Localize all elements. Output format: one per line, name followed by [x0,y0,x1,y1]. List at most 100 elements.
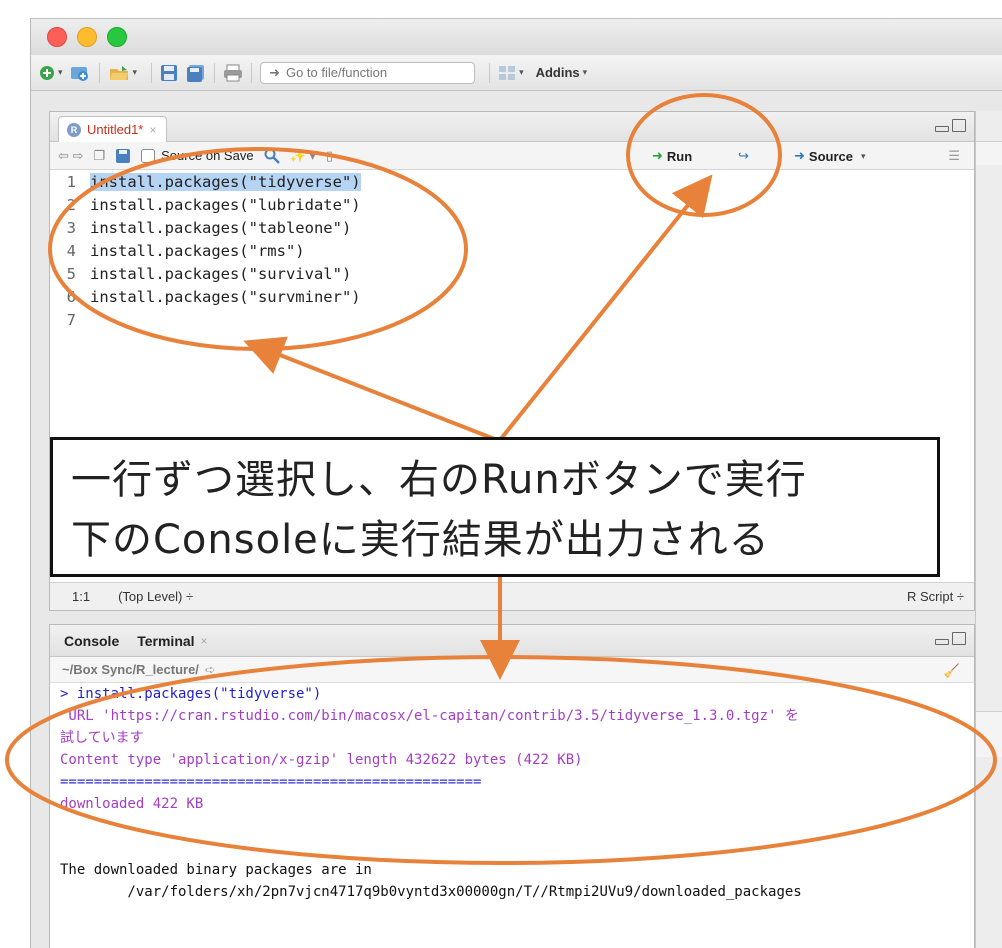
title-bar [31,19,1002,55]
working-directory-path: ~/Box Sync/R_lecture/ [62,662,199,677]
toolbar-separator [214,62,216,83]
code-line[interactable]: 3 install.packages("tableone") [50,216,352,239]
source-button[interactable]: ➜ Source ▾ [794,145,866,167]
tab-label: Untitled1* [87,122,144,137]
tab-console[interactable]: Console [64,633,119,649]
console-line: 試しています [60,730,144,746]
minimize-pane-icon[interactable] [935,639,949,645]
close-tab-icon[interactable]: × [149,123,156,137]
console-working-directory: ~/Box Sync/R_lecture/ ➪ 🧹 [50,657,974,683]
grid-layout-icon[interactable] [498,62,516,84]
console-line: ========================================… [60,774,482,790]
console-line: Content type 'application/x-gzip' length… [60,752,583,768]
code-line[interactable]: 1 install.packages("tidyverse") [50,170,361,193]
toolbar-separator [98,62,100,83]
editor-tab-bar: R Untitled1* × [50,112,974,142]
console-pane: Console Terminal × ~/Box Sync/R_lecture/… [49,624,975,948]
console-line: > install.packages("tidyverse") [60,686,322,702]
clear-console-broom-icon[interactable]: 🧹 [944,663,960,679]
go-to-file-placeholder: Go to file/function [285,65,388,80]
line-number: 3 [66,218,76,237]
source-dropdown-icon[interactable]: ▾ [861,151,866,162]
toolbar-separator [151,62,153,83]
rerun-icon[interactable]: ↪ [738,145,749,167]
source-on-save-checkbox[interactable]: Source on Save [141,148,254,163]
go-to-file-input[interactable]: ➜ Go to file/function [260,61,476,84]
adjacent-pane-header [976,711,1002,757]
new-project-icon[interactable] [69,62,91,84]
run-label: Run [666,148,693,164]
checkbox-icon [141,148,156,163]
main-toolbar: ▾ ▾ ➜ Go to file/function ▾ Addins ▾ [31,55,1002,91]
tab-untitled1[interactable]: R Untitled1* × [58,116,168,142]
line-number: 2 [66,195,76,214]
maximize-pane-icon[interactable] [952,119,966,132]
editor-status-bar: 1:1 (Top Level) ÷ R Script ÷ [50,582,974,610]
code-text[interactable]: install.packages("tableone") [90,219,351,237]
line-number: 7 [66,310,76,329]
line-number: 1 [66,172,76,191]
file-type-selector[interactable]: R Script ÷ [907,589,964,604]
line-number: 5 [66,264,76,283]
console-line: /var/folders/xh/2pn7vjcn4717q9b0vyntd3x0… [60,884,802,900]
r-file-icon: R [67,122,81,137]
source-arrow-icon: ➜ [794,148,805,163]
compile-report-icon[interactable]: ▯ [326,148,333,164]
code-text[interactable]: install.packages("rms") [90,242,305,260]
source-on-save-label: Source on Save [161,148,254,163]
instruction-line-2: 下のConsoleに実行結果が出力される [71,517,770,563]
addins-menu[interactable]: Addins [536,65,580,80]
save-all-icon[interactable] [186,62,206,84]
editor-toolbar: ⇦ ⇨ ❐ Source on Save ✨ ▾ ▯ ➜ Run ↪ ➜ Sou… [50,142,974,170]
line-number: 4 [66,241,76,260]
save-icon[interactable] [115,148,131,164]
print-icon[interactable] [223,62,243,84]
maximize-pane-icon[interactable] [952,632,966,645]
new-file-icon[interactable] [39,62,55,84]
adjacent-panes-strip [975,111,1002,948]
minimize-window-button[interactable] [77,27,97,47]
new-file-dropdown-icon[interactable]: ▾ [58,67,63,78]
document-outline-icon[interactable]: ☰ [948,148,960,164]
tab-terminal[interactable]: Terminal [137,633,194,649]
adjacent-pane-header [976,141,1002,165]
code-line[interactable]: 4 install.packages("rms") [50,239,305,262]
instruction-callout: 一行ずつ選択し、右のRunボタンで実行 下のConsoleに実行結果が出力される [50,437,940,577]
code-text[interactable]: install.packages("tidyverse") [90,172,361,191]
back-forward-icon[interactable]: ⇦ ⇨ [58,148,83,164]
code-text[interactable]: install.packages("survminer") [90,288,361,306]
pane-controls [935,119,966,132]
console-line: The downloaded binary packages are in [60,862,372,878]
open-file-icon[interactable] [108,62,130,84]
pane-controls [935,632,966,645]
addins-dropdown-icon[interactable]: ▾ [583,67,588,78]
go-to-directory-icon[interactable]: ➪ [205,662,216,678]
toolbar-separator [489,62,491,83]
console-tab-bar: Console Terminal × [50,625,974,657]
arrow-right-icon: ➜ [269,64,280,80]
run-button[interactable]: ➜ Run [652,145,692,167]
toolbar-separator [251,62,253,83]
open-file-dropdown-icon[interactable]: ▾ [133,67,138,78]
code-line[interactable]: 6 install.packages("survminer") [50,285,361,308]
minimize-pane-icon[interactable] [935,126,949,132]
code-line[interactable]: 7 [50,308,90,331]
run-arrow-icon: ➜ [652,148,663,163]
maximize-window-button[interactable] [107,27,127,47]
code-text[interactable]: install.packages("lubridate") [90,196,361,214]
save-icon[interactable] [160,62,178,84]
close-terminal-tab-icon[interactable]: × [201,634,208,648]
scope-selector[interactable]: (Top Level) ÷ [118,589,193,604]
console-output[interactable]: > install.packages("tidyverse") URL 'htt… [50,683,974,948]
search-icon[interactable] [264,148,280,164]
code-line[interactable]: 5 install.packages("survival") [50,262,352,285]
code-tools-wand-icon[interactable]: ✨ ▾ [290,148,316,164]
close-window-button[interactable] [47,27,67,47]
code-text[interactable]: install.packages("survival") [90,265,351,283]
layout-dropdown-icon[interactable]: ▾ [519,67,524,78]
show-in-window-icon[interactable]: ❐ [93,148,105,164]
line-number: 6 [66,287,76,306]
code-line[interactable]: 2 install.packages("lubridate") [50,193,361,216]
